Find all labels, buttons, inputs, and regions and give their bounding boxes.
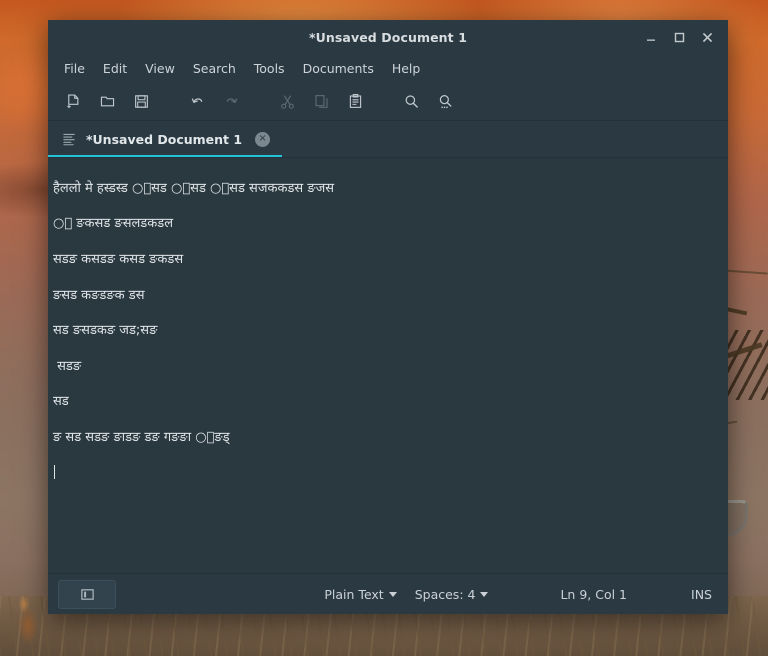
minimize-icon (647, 39, 655, 41)
maximize-icon (674, 32, 685, 43)
close-icon (702, 32, 712, 42)
undo-icon (191, 97, 202, 103)
text-line: ○् ङकसड ङसलडकडल (53, 216, 174, 232)
text-editor-window: *Unsaved Document 1 File Edit View Searc… (48, 20, 728, 614)
text-line: सड ङसडकङ जड;सङ (53, 323, 158, 339)
menubar: File Edit View Search Tools Documents He… (48, 54, 728, 82)
copy-button[interactable] (304, 86, 338, 116)
statusbar: Plain Text Spaces: 4 Ln 9, Col 1 INS (48, 573, 728, 614)
open-folder-button[interactable] (90, 86, 124, 116)
cursor-position: Ln 9, Col 1 (560, 586, 628, 602)
titlebar: *Unsaved Document 1 (48, 20, 728, 54)
cut-button[interactable] (270, 86, 304, 116)
close-button[interactable] (694, 24, 720, 50)
chevron-down-icon (480, 592, 489, 597)
window-title: *Unsaved Document 1 (309, 29, 467, 45)
save-icon (134, 94, 148, 108)
new-document-icon (66, 94, 78, 108)
find-icon (405, 94, 418, 108)
editor-area[interactable]: हैललो मे हस्डस्ड ○्सड ○्सड ○्सड सजककडस ङ… (48, 158, 728, 573)
copy-icon (314, 94, 328, 108)
menu-documents[interactable]: Documents (295, 58, 382, 79)
undo-button[interactable] (180, 86, 214, 116)
menu-search[interactable]: Search (185, 58, 244, 79)
tabbar: *Unsaved Document 1 × (48, 121, 728, 158)
cut-icon (280, 94, 294, 109)
tab-close-button[interactable]: × (255, 131, 271, 147)
menu-tools[interactable]: Tools (246, 58, 293, 79)
redo-button[interactable] (214, 86, 248, 116)
save-button[interactable] (124, 86, 158, 116)
menu-file[interactable]: File (56, 58, 93, 79)
text-line: सड (53, 394, 69, 410)
text-line: ङ सड सडङ ङाडङ डङ गङङा ○्ङड् (53, 429, 230, 445)
menu-help[interactable]: Help (384, 58, 429, 79)
chevron-down-icon (388, 592, 397, 597)
toolbar (48, 82, 728, 121)
find-button[interactable] (394, 86, 428, 116)
open-folder-icon (100, 96, 114, 106)
minimize-button[interactable] (638, 24, 664, 50)
indentation-label: Spaces: 4 (414, 586, 476, 602)
side-panel-toggle-button[interactable] (58, 579, 116, 609)
text-cursor (54, 464, 55, 479)
paste-icon (349, 93, 361, 108)
toolbar-separator (158, 101, 180, 102)
toolbar-separator (372, 101, 394, 102)
language-label: Plain Text (324, 586, 384, 602)
menu-edit[interactable]: Edit (95, 58, 135, 79)
window-controls (638, 24, 728, 50)
menu-view[interactable]: View (137, 58, 183, 79)
indentation-selector[interactable]: Spaces: 4 (415, 587, 489, 602)
tab-title: *Unsaved Document 1 (86, 131, 243, 147)
text-line: सडङ कसडङ कसड ङकडस (53, 251, 184, 267)
redo-icon (226, 97, 237, 103)
maximize-button[interactable] (666, 24, 692, 50)
document-tab[interactable]: *Unsaved Document 1 × (48, 121, 283, 157)
text-line: ङसड कङडङक डस (53, 287, 145, 303)
text-line-current (53, 464, 728, 483)
insert-mode-indicator: INS (691, 586, 712, 602)
find-replace-button[interactable] (428, 86, 462, 116)
toolbar-separator (248, 101, 270, 102)
paste-button[interactable] (338, 86, 372, 116)
document-lines-icon (62, 132, 77, 147)
language-selector[interactable]: Plain Text (324, 586, 397, 602)
new-document-button[interactable] (56, 86, 90, 116)
text-line: हैललो मे हस्डस्ड ○्सड ○्सड ○्सड सजककडस ङ… (53, 180, 335, 196)
find-replace-icon (439, 94, 451, 108)
text-line: सडङ (53, 358, 82, 374)
side-panel-icon (80, 588, 94, 600)
document-text[interactable]: हैललो मे हस्डस्ड ○्सड ○्सड ○्सड सजककडस ङ… (52, 162, 728, 518)
